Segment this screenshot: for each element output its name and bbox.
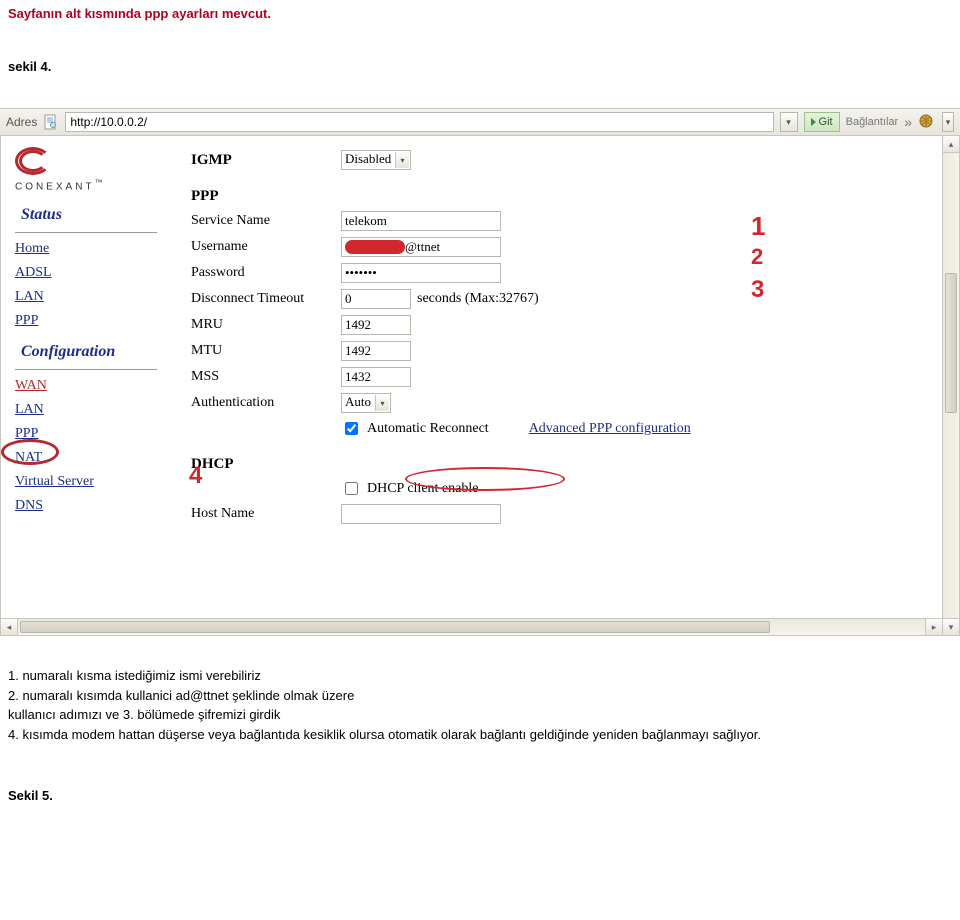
sidebar-item-ppp[interactable]: PPP — [15, 313, 157, 329]
dhcp-header: DHCP — [191, 456, 341, 473]
main-form: IGMP Disabled ▾ PPP Service Name — [171, 136, 942, 618]
url-dropdown-button[interactable]: ▾ — [780, 112, 798, 132]
service-name-label: Service Name — [191, 213, 341, 229]
section-config-title: Configuration — [21, 343, 157, 361]
sidebar-item-virtual-server[interactable]: Virtual Server — [15, 474, 157, 490]
username-suffix: @ttnet — [405, 239, 440, 255]
advanced-ppp-link[interactable]: Advanced PPP configuration — [529, 421, 691, 437]
doc-line-1: 1. numaralı kısma istediğimiz ismi vereb… — [8, 666, 952, 686]
vertical-scrollbar[interactable]: ▴ ▾ — [942, 136, 959, 635]
authentication-select[interactable]: Auto ▾ — [341, 393, 391, 413]
doc-explanation: 1. numaralı kısma istediğimiz ismi vereb… — [0, 636, 960, 754]
figure-label-top: sekil 4. — [0, 55, 960, 78]
scroll-h-thumb[interactable] — [20, 621, 770, 633]
mss-input[interactable] — [341, 367, 411, 387]
brand-logo: CONEXANT™ — [15, 144, 157, 192]
host-name-input[interactable] — [341, 504, 501, 524]
horizontal-scrollbar[interactable]: ◂ ▸ — [1, 618, 942, 635]
disconnect-timeout-suffix: seconds (Max:32767) — [417, 291, 539, 307]
mru-input[interactable] — [341, 315, 411, 335]
dhcp-client-checkbox[interactable]: DHCP client enable — [341, 479, 478, 498]
sidebar-item-adsl[interactable]: ADSL — [15, 265, 157, 281]
doc-line-2a: 2. numaralı kısımda kullanici ad@ttnet ş… — [8, 686, 952, 706]
chevrons-icon[interactable]: » — [904, 114, 912, 130]
chevron-down-icon: ▾ — [395, 152, 409, 168]
igmp-label: IGMP — [191, 152, 341, 169]
links-label: Bağlantılar — [846, 116, 899, 128]
scroll-right-button[interactable]: ▸ — [925, 619, 942, 635]
go-label: Git — [819, 116, 833, 128]
sidebar: CONEXANT™ Status Home ADSL LAN PPP Confi… — [1, 136, 171, 618]
sidebar-item-home[interactable]: Home — [15, 241, 157, 257]
dhcp-client-input[interactable] — [345, 482, 358, 495]
sidebar-item-nat[interactable]: NAT — [15, 450, 157, 466]
mru-label: MRU — [191, 317, 341, 333]
doc-line-2b: kullanıcı adımızı ve 3. bölümede şifremi… — [8, 705, 952, 725]
username-label: Username — [191, 239, 341, 255]
ppp-header: PPP — [191, 188, 341, 205]
service-name-input[interactable] — [341, 211, 501, 231]
doc-line-3: 4. kısımda modem hattan düşerse veya bağ… — [8, 725, 952, 745]
host-name-label: Host Name — [191, 506, 341, 522]
page-icon — [43, 114, 59, 130]
sidebar-item-lan-config[interactable]: LAN — [15, 402, 157, 418]
globe-icon[interactable] — [918, 113, 936, 131]
scroll-v-thumb[interactable] — [945, 273, 957, 413]
browser-viewport: CONEXANT™ Status Home ADSL LAN PPP Confi… — [0, 136, 960, 636]
globe-dropdown[interactable]: ▾ — [942, 112, 954, 132]
mtu-input[interactable] — [341, 341, 411, 361]
username-input[interactable]: @ttnet — [341, 237, 501, 257]
igmp-select[interactable]: Disabled ▾ — [341, 150, 411, 170]
figure-label-bottom: Sekil 5. — [0, 784, 960, 807]
brand-text: CONEXANT™ — [15, 178, 157, 192]
divider — [15, 232, 157, 233]
mss-label: MSS — [191, 369, 341, 385]
address-label: Adres — [6, 115, 37, 129]
authentication-label: Authentication — [191, 395, 341, 411]
section-status-title: Status — [21, 206, 157, 224]
sidebar-item-dns[interactable]: DNS — [15, 498, 157, 514]
automatic-reconnect-label: Automatic Reconnect — [367, 421, 489, 437]
sidebar-item-wan[interactable]: WAN — [15, 378, 157, 394]
automatic-reconnect-checkbox[interactable]: Automatic Reconnect — [341, 419, 489, 438]
password-label: Password — [191, 265, 341, 281]
url-input[interactable] — [65, 112, 773, 132]
doc-note-header: Sayfanın alt kısmında ppp ayarları mevcu… — [0, 0, 960, 25]
sidebar-item-ppp-config[interactable]: PPP — [15, 426, 157, 442]
scroll-up-button[interactable]: ▴ — [943, 136, 959, 153]
disconnect-timeout-label: Disconnect Timeout — [191, 291, 341, 307]
divider — [15, 369, 157, 370]
password-input[interactable] — [341, 263, 501, 283]
scroll-h-track[interactable] — [18, 619, 925, 635]
automatic-reconnect-input[interactable] — [345, 422, 358, 435]
scroll-left-button[interactable]: ◂ — [1, 619, 18, 635]
browser-address-bar: Adres ▾ Git Bağlantılar » ▾ — [0, 108, 960, 136]
redacted-username — [345, 240, 405, 254]
go-button[interactable]: Git — [804, 112, 840, 132]
sidebar-item-lan[interactable]: LAN — [15, 289, 157, 305]
mtu-label: MTU — [191, 343, 341, 359]
go-arrow-icon — [811, 118, 816, 126]
disconnect-timeout-input[interactable] — [341, 289, 411, 309]
dhcp-client-label: DHCP client enable — [367, 481, 478, 497]
chevron-down-icon: ▾ — [375, 395, 389, 411]
scroll-v-track[interactable] — [943, 153, 959, 618]
conexant-logo-icon — [15, 144, 55, 174]
scroll-down-button[interactable]: ▾ — [943, 618, 959, 635]
